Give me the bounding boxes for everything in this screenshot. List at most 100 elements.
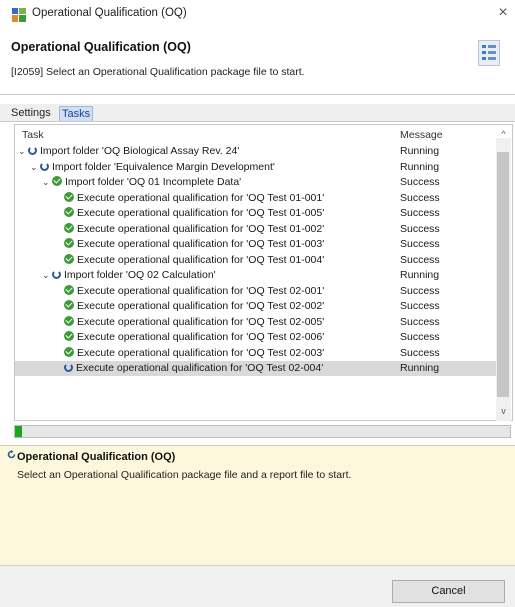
- close-icon[interactable]: ×: [493, 3, 513, 23]
- message-cell: Running: [400, 145, 440, 157]
- message-cell: Success: [400, 253, 440, 266]
- message-cell: Success: [400, 191, 440, 204]
- success-check-icon: [64, 315, 74, 326]
- table-row[interactable]: Execute operational qualification for 'O…: [15, 315, 499, 330]
- table-row[interactable]: ⌄ Import folder 'OQ Biological Assay Rev.…: [15, 144, 499, 159]
- table-row[interactable]: Execute operational qualification for 'O…: [15, 330, 499, 345]
- message-cell: Running: [400, 362, 440, 374]
- dialog-title: Operational Qualification (OQ): [11, 40, 191, 54]
- column-header-task[interactable]: Task: [22, 129, 44, 141]
- table-row[interactable]: ⌄ Import folder 'OQ 02 Calculation' Runnin…: [15, 268, 499, 283]
- task-label: Execute operational qualification for 'O…: [77, 191, 325, 204]
- success-check-icon: [64, 222, 74, 233]
- table-row[interactable]: Execute operational qualification for 'O…: [15, 222, 499, 237]
- task-list-icon: [478, 40, 500, 66]
- message-cell: Success: [400, 238, 440, 250]
- tab-settings[interactable]: Settings: [10, 106, 52, 121]
- table-row[interactable]: Execute operational qualification for 'O…: [15, 253, 499, 268]
- task-label: Execute operational qualification for 'O…: [77, 222, 325, 235]
- task-cell: Execute operational qualification for 'O…: [54, 191, 324, 206]
- table-row[interactable]: Execute operational qualification for 'O…: [15, 237, 499, 252]
- progress-bar: [14, 425, 511, 438]
- info-panel: [0, 445, 515, 565]
- task-cell: Execute operational qualification for 'O…: [54, 299, 324, 314]
- running-status-icon: [28, 146, 37, 155]
- task-cell: Execute operational qualification for 'O…: [54, 330, 324, 345]
- scroll-down-icon[interactable]: v: [496, 406, 511, 416]
- success-check-icon: [64, 207, 74, 217]
- chevron-down-icon[interactable]: ⌄: [30, 160, 40, 175]
- task-cell: Execute operational qualification for 'O…: [54, 361, 323, 376]
- success-check-icon: [64, 284, 74, 295]
- message-cell: Success: [400, 176, 440, 188]
- table-row[interactable]: Execute operational qualification for 'O…: [15, 299, 499, 314]
- success-check-icon: [64, 300, 74, 310]
- header-separator: [0, 94, 515, 95]
- task-cell: Execute operational qualification for 'O…: [54, 346, 324, 361]
- task-label: Import folder 'OQ Biological Assay Rev. …: [40, 145, 240, 157]
- task-cell: Execute operational qualification for 'O…: [54, 206, 324, 221]
- task-label: Execute operational qualification for 'O…: [77, 331, 325, 343]
- task-label: Execute operational qualification for 'O…: [77, 346, 325, 359]
- task-label: Execute operational qualification for 'O…: [76, 362, 324, 374]
- table-row[interactable]: ⌄ Import folder 'OQ 01 Incomplete Data' Su…: [15, 175, 499, 190]
- task-label: Execute operational qualification for 'O…: [77, 207, 325, 219]
- task-label: Import folder 'OQ 01 Incomplete Data': [65, 176, 242, 188]
- info-title: Operational Qualification (OQ): [17, 451, 176, 463]
- column-header-message[interactable]: Message: [400, 129, 443, 141]
- success-check-icon: [64, 346, 74, 357]
- scroll-up-icon[interactable]: ^: [496, 129, 511, 139]
- task-cell: Execute operational qualification for 'O…: [54, 222, 324, 237]
- task-label: Import folder 'Equivalence Margin Develo…: [52, 160, 275, 173]
- progress-bar-fill: [15, 426, 22, 437]
- table-row[interactable]: Execute operational qualification for 'O…: [15, 346, 499, 361]
- task-cell: ⌄ Import folder 'OQ 01 Incomplete Data': [42, 175, 241, 190]
- success-check-icon: [52, 176, 62, 186]
- chevron-down-icon[interactable]: ⌄: [42, 175, 52, 190]
- success-check-icon: [64, 238, 74, 248]
- chevron-down-icon[interactable]: ⌄: [42, 268, 52, 283]
- task-cell: Execute operational qualification for 'O…: [54, 237, 324, 252]
- dialog-message: [I2059] Select an Operational Qualificat…: [11, 66, 305, 78]
- task-label: Execute operational qualification for 'O…: [77, 284, 325, 297]
- message-cell: Running: [400, 160, 440, 173]
- task-label: Import folder 'OQ 02 Calculation': [64, 269, 216, 281]
- success-check-icon: [64, 331, 74, 341]
- message-cell: Success: [400, 284, 440, 297]
- table-row[interactable]: Execute operational qualification for 'O…: [15, 206, 499, 221]
- running-status-icon: [64, 363, 73, 372]
- task-cell: Execute operational qualification for 'O…: [54, 315, 324, 330]
- table-row[interactable]: ⌄ Import folder 'Equivalence Margin Devel…: [15, 160, 499, 175]
- running-status-icon: [7, 450, 16, 462]
- running-status-icon: [40, 161, 49, 171]
- table-row[interactable]: Execute operational qualification for 'O…: [15, 191, 499, 206]
- task-cell: ⌄ Import folder 'Equivalence Margin Devel…: [30, 160, 275, 175]
- task-cell: ⌄ Import folder 'OQ Biological Assay Rev.…: [18, 144, 239, 159]
- message-cell: Success: [400, 315, 440, 328]
- info-text: Select an Operational Qualification pack…: [17, 469, 352, 481]
- message-cell: Success: [400, 346, 440, 359]
- task-label: Execute operational qualification for 'O…: [77, 300, 325, 312]
- tab-tasks[interactable]: Tasks: [59, 106, 94, 121]
- message-cell: Success: [400, 222, 440, 235]
- message-cell: Success: [400, 300, 440, 312]
- message-cell: Running: [400, 269, 440, 281]
- table-row[interactable]: Execute operational qualification for 'O…: [15, 284, 499, 299]
- message-cell: Success: [400, 207, 440, 219]
- task-cell: Execute operational qualification for 'O…: [54, 284, 324, 299]
- qualification-app-icon: [12, 8, 26, 22]
- task-tree[interactable]: Task Message ⌄ Import folder 'OQ Biologic…: [14, 124, 513, 421]
- window-title: Operational Qualification (OQ): [32, 7, 187, 19]
- task-label: Execute operational qualification for 'O…: [77, 238, 325, 250]
- task-label: Execute operational qualification for 'O…: [77, 253, 325, 266]
- success-check-icon: [64, 191, 74, 202]
- task-label: Execute operational qualification for 'O…: [77, 315, 325, 328]
- cancel-button[interactable]: Cancel: [392, 580, 505, 603]
- success-check-icon: [64, 253, 74, 264]
- scrollbar-thumb[interactable]: [497, 152, 509, 397]
- message-cell: Success: [400, 331, 440, 343]
- running-status-icon: [52, 270, 61, 279]
- chevron-down-icon[interactable]: ⌄: [18, 144, 28, 159]
- task-cell: ⌄ Import folder 'OQ 02 Calculation': [42, 268, 216, 283]
- table-row[interactable]: Execute operational qualification for 'O…: [15, 361, 499, 376]
